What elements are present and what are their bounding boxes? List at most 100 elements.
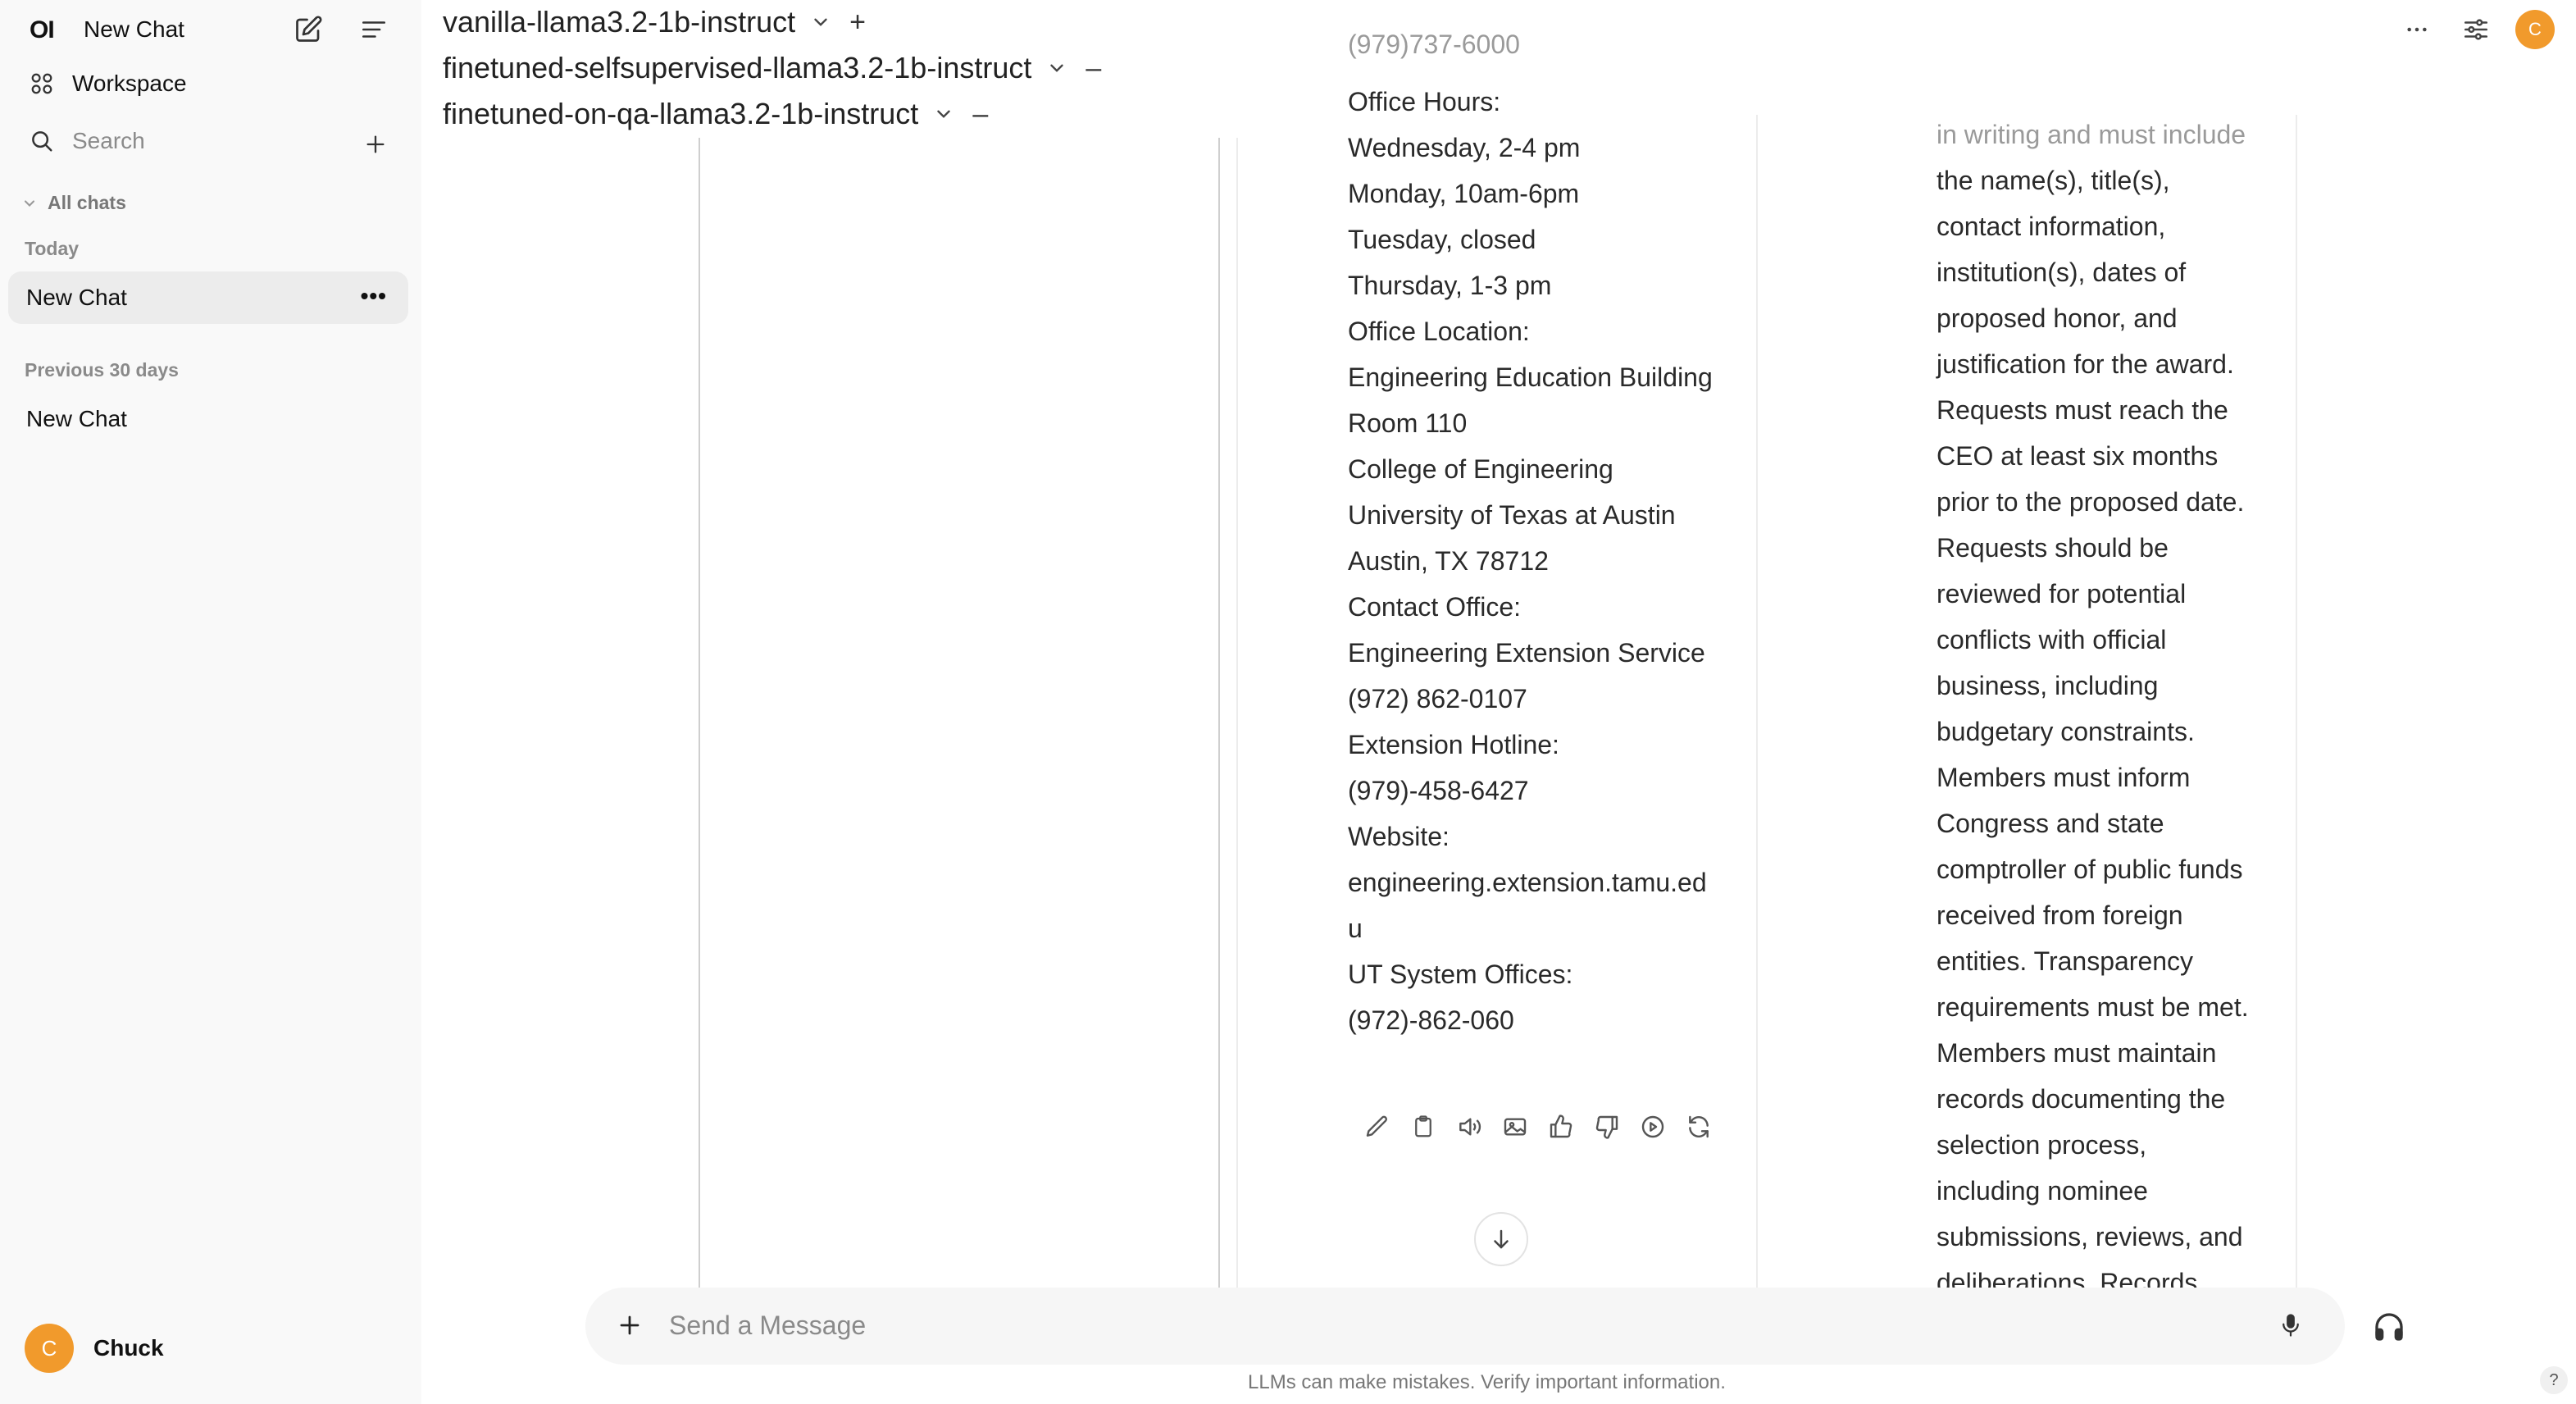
response-line: Engineering Extension Service (1348, 638, 1705, 668)
search-box[interactable]: Search (30, 128, 390, 154)
response-line: comptroller of public funds (1937, 855, 2243, 884)
search-input[interactable]: Search (72, 128, 145, 154)
all-chats-label: All chats (48, 192, 126, 213)
toggle-sidebar-button[interactable] (354, 10, 394, 49)
app-root: OI New Chat Workspace Search All chats T… (0, 0, 2576, 1404)
thumbs-down-icon[interactable] (1584, 1109, 1630, 1145)
chevron-down-icon (24, 199, 35, 207)
avatar: C (2515, 10, 2555, 49)
more-horizontal-icon (2407, 27, 2427, 32)
response-line: University of Texas at Austin (1348, 500, 1676, 530)
add-button[interactable] (356, 125, 395, 164)
response-line: Congress and state (1937, 809, 2164, 838)
response-line: Room 110 (1348, 408, 1468, 438)
edit-icon[interactable] (1354, 1109, 1400, 1145)
thumbs-up-icon[interactable] (1538, 1109, 1584, 1145)
response-line: contact information, (1937, 212, 2166, 241)
column-divider (1756, 115, 1758, 1288)
play-icon[interactable] (1630, 1109, 1676, 1145)
new-chat-button[interactable] (289, 10, 328, 49)
workspace-label: Workspace (72, 71, 187, 96)
sidebar-new-chat-title[interactable]: New Chat (84, 16, 184, 43)
response-line: business, including (1937, 671, 2159, 700)
column-divider (699, 115, 700, 1288)
voice-mode-button[interactable] (2368, 1306, 2410, 1348)
user-avatar-button[interactable]: C (2515, 10, 2555, 49)
response-line: UT System Offices: (1348, 960, 1573, 989)
chat-item-label: New Chat (26, 406, 127, 431)
plus-icon (366, 135, 385, 153)
model-selector-2[interactable]: finetuned-selfsupervised-llama3.2-1b-ins… (443, 51, 1101, 85)
app-logo[interactable]: OI (30, 16, 55, 44)
message-input[interactable] (669, 1306, 2145, 1345)
response-line: u (1348, 914, 1363, 943)
response-line: entities. Transparency (1937, 946, 2194, 976)
workspace-link[interactable]: Workspace (30, 71, 187, 97)
user-name: Chuck (93, 1335, 164, 1361)
model-selector-1[interactable]: vanilla-llama3.2-1b-instruct + (443, 5, 866, 39)
response-line: (972) 862-0107 (1348, 684, 1527, 713)
response-line: Extension Hotline: (1348, 730, 1559, 759)
chat-item-previous-new-chat[interactable]: New Chat (8, 393, 408, 445)
response-line: the name(s), title(s), (1937, 166, 2170, 195)
attach-button[interactable] (610, 1306, 649, 1345)
response-line: requirements must be met. (1937, 992, 2249, 1022)
response-line: Austin, TX 78712 (1348, 546, 1549, 576)
response-line: Website: (1348, 822, 1450, 851)
user-menu[interactable]: C Chuck (25, 1324, 164, 1373)
response-line: Engineering Education Building (1348, 362, 1713, 392)
remove-model-button[interactable]: – (1085, 52, 1101, 84)
scroll-to-bottom-button[interactable] (1474, 1212, 1528, 1266)
response-line: Wednesday, 2-4 pm (1348, 133, 1581, 162)
avatar: C (25, 1324, 74, 1373)
response-line: budgetary constraints. (1937, 717, 2195, 746)
chevron-down-icon[interactable] (1046, 57, 1067, 79)
response-line: reviewed for potential (1937, 579, 2187, 609)
response-line: (972)-862-060 (1348, 1005, 1514, 1035)
model-selector-3[interactable]: finetuned-on-qa-llama3.2-1b-instruct – (443, 97, 988, 131)
faded-line: (979)737-6000 (1348, 30, 1520, 59)
sliders-icon (2464, 19, 2488, 40)
disclaimer-text: LLMs can make mistakes. Verify important… (1248, 1371, 1726, 1393)
response-line: proposed honor, and (1937, 303, 2178, 333)
search-icon (32, 131, 52, 152)
add-model-button[interactable]: + (849, 7, 866, 39)
chevron-down-icon[interactable] (933, 103, 954, 125)
response-line: Thursday, 1-3 pm (1348, 271, 1552, 300)
response-line: Office Location: (1348, 317, 1530, 346)
response-line: records documenting the (1937, 1084, 2226, 1114)
more-menu-button[interactable] (2397, 10, 2437, 49)
response-line: submissions, reviews, and (1937, 1222, 2243, 1251)
response-line: College of Engineering (1348, 454, 1613, 484)
image-icon[interactable] (1492, 1109, 1538, 1145)
copy-icon[interactable] (1400, 1109, 1446, 1145)
plus-icon (620, 1315, 639, 1335)
faded-line: in writing and must include (1937, 120, 2246, 149)
model-name: vanilla-llama3.2-1b-instruct (443, 5, 796, 39)
response-line: Office Hours: (1348, 87, 1501, 116)
response-line: Monday, 10am-6pm (1348, 179, 1580, 208)
response-line: engineering.extension.tamu.ed (1348, 868, 1707, 897)
response-line: Tuesday, closed (1348, 225, 1536, 254)
model-name: finetuned-selfsupervised-llama3.2-1b-ins… (443, 51, 1032, 84)
chat-item-label: New Chat (26, 285, 127, 310)
grid-icon (31, 73, 52, 94)
message-actions (1354, 1109, 1722, 1145)
controls-button[interactable] (2456, 10, 2496, 49)
chat-item-today-new-chat[interactable]: New Chat ••• (8, 271, 408, 324)
chevron-down-icon[interactable] (810, 11, 831, 33)
column-divider (1218, 115, 1220, 1288)
regenerate-icon[interactable] (1676, 1109, 1722, 1145)
response-line: justification for the award. (1937, 349, 2234, 379)
menu-lines-icon (362, 21, 386, 38)
response-line: prior to the proposed date. (1937, 487, 2245, 517)
all-chats-toggle[interactable]: All chats (21, 192, 126, 214)
remove-model-button[interactable]: – (972, 98, 988, 130)
help-button[interactable]: ? (2540, 1366, 2568, 1394)
more-options-icon[interactable]: ••• (361, 283, 387, 309)
speaker-icon[interactable] (1446, 1109, 1492, 1145)
response-line: Requests should be (1937, 533, 2169, 563)
response-line: conflicts with official (1937, 625, 2167, 654)
voice-input-button[interactable] (2271, 1306, 2310, 1345)
response-line: Contact Office: (1348, 592, 1522, 622)
